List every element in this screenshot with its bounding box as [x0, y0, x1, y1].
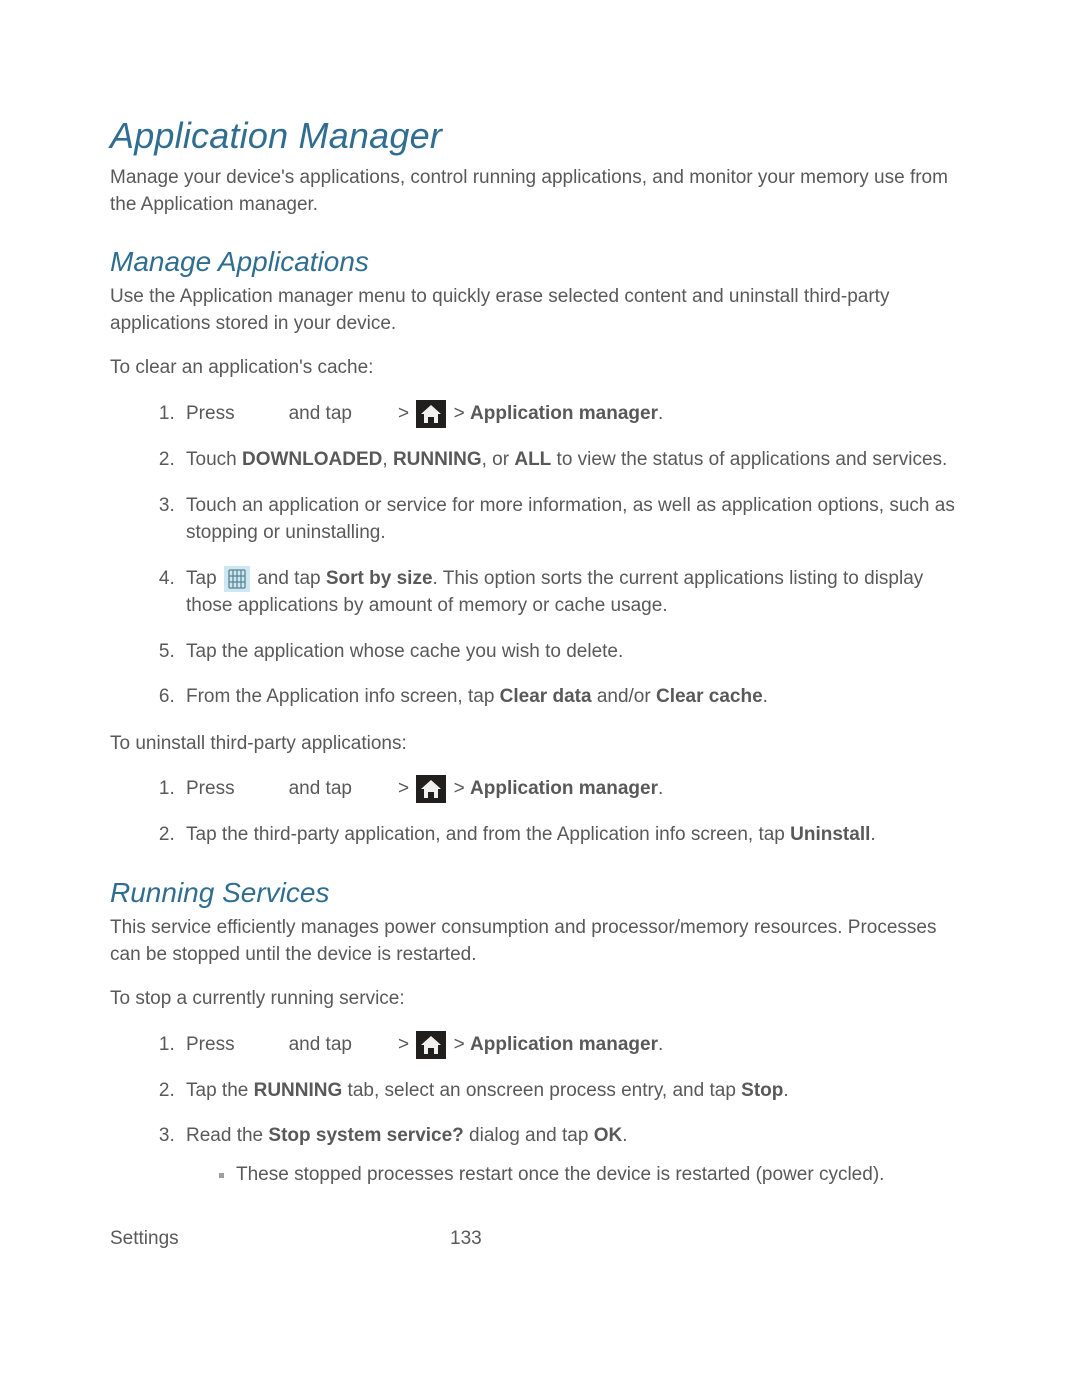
period: .: [622, 1125, 627, 1146]
running-bold: RUNNING: [254, 1080, 343, 1101]
lead-stop-service: To stop a currently running service:: [110, 986, 970, 1013]
all-bold: ALL: [514, 449, 551, 470]
text: Tap the: [186, 1080, 254, 1101]
text: From the Application info screen, tap: [186, 686, 500, 707]
gt: >: [398, 403, 409, 424]
text: and tap: [289, 778, 352, 799]
text: Press: [186, 778, 235, 799]
period: .: [783, 1080, 788, 1101]
step-1: Press and tap > > Application manager.: [180, 775, 970, 803]
period: .: [870, 824, 875, 845]
step-5: Tap the application whose cache you wish…: [180, 638, 970, 666]
step-2: Tap the third-party application, and fro…: [180, 821, 970, 849]
home-icon: [416, 775, 446, 803]
downloaded-bold: DOWNLOADED: [242, 449, 382, 470]
step-1: Press and tap > > Application manager.: [180, 400, 970, 428]
steps-stop-service: Press and tap > > Application manager. Tap…: [110, 1031, 970, 1189]
home-icon: [416, 1031, 446, 1059]
footer-page-number: 133: [450, 1228, 482, 1250]
step-4: Tap and tap Sort by size. This option so…: [180, 565, 970, 620]
sub-bullets: These stopped processes restart once the…: [186, 1162, 970, 1189]
steps-clear-cache: Press and tap > > Application manager. Tou…: [110, 400, 970, 711]
stop-system-service-bold: Stop system service?: [268, 1125, 463, 1146]
app-manager-bold: Application manager: [470, 778, 658, 799]
text: Tap the third-party application, and fro…: [186, 824, 790, 845]
app-manager-bold: Application manager: [470, 403, 658, 424]
step-6: From the Application info screen, tap Cl…: [180, 683, 970, 711]
step-2: Touch DOWNLOADED, RUNNING, or ALL to vie…: [180, 446, 970, 474]
period: .: [658, 1034, 663, 1055]
home-icon: [416, 400, 446, 428]
sort-by-size-bold: Sort by size: [326, 568, 433, 589]
footer-section: Settings: [110, 1228, 450, 1250]
stop-bold: Stop: [741, 1080, 783, 1101]
gt: >: [454, 1034, 465, 1055]
gt: >: [454, 778, 465, 799]
gt: >: [454, 403, 465, 424]
text: Press: [186, 403, 235, 424]
text: Press: [186, 1034, 235, 1055]
period: .: [658, 778, 663, 799]
text: Read the: [186, 1125, 268, 1146]
clear-cache-bold: Clear cache: [656, 686, 763, 707]
section2-intro: This service efficiently manages power c…: [110, 915, 970, 968]
text: and/or: [592, 686, 656, 707]
title-intro: Manage your device's applications, contr…: [110, 165, 970, 218]
page-footer: Settings 133: [110, 1228, 970, 1250]
text: Touch: [186, 449, 242, 470]
step-3: Read the Stop system service? dialog and…: [180, 1122, 970, 1188]
step-1: Press and tap > > Application manager.: [180, 1031, 970, 1059]
text: , or: [482, 449, 515, 470]
text: to view the status of applications and s…: [551, 449, 947, 470]
text: tab, select an onscreen process entry, a…: [342, 1080, 741, 1101]
lead-clear-cache: To clear an application's cache:: [110, 355, 970, 382]
uninstall-bold: Uninstall: [790, 824, 870, 845]
running-bold: RUNNING: [393, 449, 482, 470]
ok-bold: OK: [594, 1125, 623, 1146]
text: and tap: [289, 403, 352, 424]
text: ,: [382, 449, 393, 470]
period: .: [658, 403, 663, 424]
section1-intro: Use the Application manager menu to quic…: [110, 284, 970, 337]
text: and tap: [289, 1034, 352, 1055]
step-3: Touch an application or service for more…: [180, 492, 970, 547]
document-page: Application Manager Manage your device's…: [0, 0, 1080, 1310]
page-title: Application Manager: [110, 115, 970, 157]
section-heading-manage-apps: Manage Applications: [110, 246, 970, 278]
gt: >: [398, 778, 409, 799]
menu-grid-icon: [224, 566, 250, 592]
period: .: [763, 686, 768, 707]
text: Tap: [186, 568, 222, 589]
bullet: These stopped processes restart once the…: [236, 1162, 970, 1189]
section-heading-running-services: Running Services: [110, 877, 970, 909]
lead-uninstall: To uninstall third-party applications:: [110, 731, 970, 758]
gt: >: [398, 1034, 409, 1055]
step-2: Tap the RUNNING tab, select an onscreen …: [180, 1077, 970, 1105]
text: and tap: [252, 568, 326, 589]
text: dialog and tap: [464, 1125, 594, 1146]
app-manager-bold: Application manager: [470, 1034, 658, 1055]
steps-uninstall: Press and tap > > Application manager. Tap…: [110, 775, 970, 849]
clear-data-bold: Clear data: [500, 686, 592, 707]
